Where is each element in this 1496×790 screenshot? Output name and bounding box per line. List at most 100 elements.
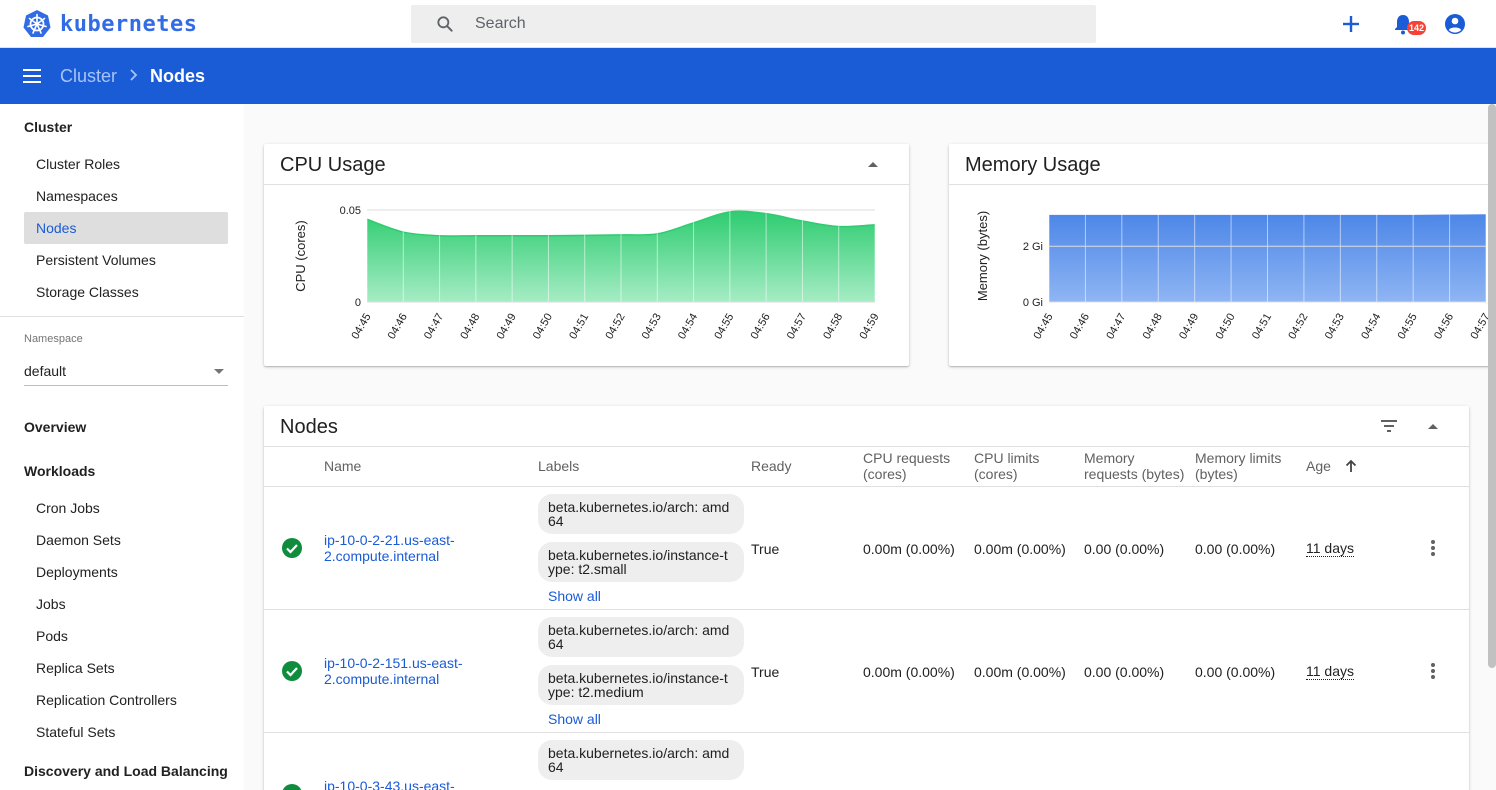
memory-usage-title: Memory Usage <box>965 154 1101 176</box>
breadcrumb-cluster-link[interactable]: Cluster <box>60 66 117 87</box>
label-chip-line: beta.kubernetes.io/instance-t <box>548 547 728 563</box>
y-tick-label: 2 Gi <box>1023 241 1043 253</box>
label-chip: beta.kubernetes.io/arch: amd 64 <box>538 617 744 657</box>
sidebar-item-storage-classes[interactable]: Storage Classes <box>24 276 228 308</box>
cpu-requests-value: 0.00m (0.00%) <box>863 664 955 680</box>
notifications-count-badge: 142 <box>1407 21 1427 35</box>
label-chip-line: beta.kubernetes.io/arch: amd <box>548 622 730 638</box>
more-vert-icon[interactable] <box>1423 661 1443 681</box>
column-header-ready[interactable]: Ready <box>751 458 791 474</box>
sort-ascending-icon[interactable] <box>1343 458 1359 474</box>
column-header-labels[interactable]: Labels <box>538 458 579 474</box>
x-tick-label: 04:53 <box>640 312 664 342</box>
sidebar-item-persistent-volumes[interactable]: Persistent Volumes <box>24 244 228 276</box>
label-chip: beta.kubernetes.io/arch: amd 64 <box>538 740 744 780</box>
column-header-memory-limits[interactable]: Memory limits (bytes) <box>1195 450 1281 482</box>
dropdown-arrow-icon <box>214 369 224 374</box>
check-circle-icon <box>282 784 302 790</box>
filter-icon[interactable] <box>1379 416 1399 436</box>
nodes-table-title: Nodes <box>280 416 338 438</box>
label-chip-line: beta.kubernetes.io/arch: amd <box>548 745 730 761</box>
column-header-line: (cores) <box>863 466 907 482</box>
node-name-line: ip-10-0-2-21.us-east- <box>324 532 455 548</box>
ready-status: True <box>751 664 780 680</box>
node-name-line: ip-10-0-2-151.us-east- <box>324 655 463 671</box>
account-circle-icon[interactable] <box>1443 12 1467 36</box>
node-name-link[interactable]: ip-10-0-2-151.us-east- 2.compute.interna… <box>324 655 494 687</box>
x-tick-label: 04:48 <box>458 312 482 342</box>
more-vert-icon[interactable] <box>1423 538 1443 558</box>
node-name-line: 2.compute.internal <box>324 548 440 564</box>
sidebar-item-nodes[interactable]: Nodes <box>24 212 228 244</box>
label-chip: beta.kubernetes.io/instance-t ype: t2.sm… <box>538 542 744 582</box>
plus-icon[interactable] <box>1339 12 1363 36</box>
node-name-link[interactable]: ip-10-0-3-43.us-east- <box>324 778 494 790</box>
nodes-table-card: Nodes Name Labels Ready CPU requests (co… <box>264 406 1469 790</box>
check-circle-icon <box>282 661 302 681</box>
sidebar-item-pods[interactable]: Pods <box>24 620 228 652</box>
sidebar-item-cluster-roles[interactable]: Cluster Roles <box>24 148 228 180</box>
row-divider <box>264 486 1469 487</box>
label-chip-line: 64 <box>548 759 564 775</box>
sidebar-item-stateful-sets[interactable]: Stateful Sets <box>24 716 228 748</box>
row-divider <box>264 732 1469 733</box>
sidebar-heading-discovery[interactable]: Discovery and Load Balancing <box>24 763 228 779</box>
column-header-line: (bytes) <box>1195 466 1238 482</box>
page-title: Nodes <box>150 66 206 86</box>
column-header-memory-requests[interactable]: Memory requests (bytes) <box>1084 450 1184 482</box>
namespace-value: default <box>24 363 67 379</box>
x-tick-label: 04:56 <box>749 311 773 341</box>
sidebar-item-daemon-sets[interactable]: Daemon Sets <box>24 524 228 556</box>
sidebar-item-namespaces[interactable]: Namespaces <box>24 180 228 212</box>
node-name-link[interactable]: ip-10-0-2-21.us-east- 2.compute.internal <box>324 532 494 564</box>
page-scrollbar[interactable] <box>1488 104 1496 668</box>
column-header-line: Memory limits <box>1195 450 1282 466</box>
page-header: Cluster Nodes <box>0 48 1496 104</box>
memory-usage-card: Memory Usage 0 Gi 2 Gi 04:45 04:46 04:47 04:4… <box>949 144 1496 366</box>
x-tick-label: 04:50 <box>531 312 555 342</box>
sidebar-item-replica-sets[interactable]: Replica Sets <box>24 652 228 684</box>
sidebar-heading-workloads[interactable]: Workloads <box>24 463 95 479</box>
x-tick-label: 04:50 <box>1214 312 1238 342</box>
memory-limits-value: 0.00 (0.00%) <box>1195 541 1276 557</box>
column-header-cpu-limits[interactable]: CPU limits (cores) <box>974 450 1039 482</box>
column-header-name[interactable]: Name <box>324 458 361 474</box>
menu-icon[interactable] <box>22 66 42 86</box>
label-chip: beta.kubernetes.io/instance-t ype: t2.me… <box>538 665 744 705</box>
x-tick-label: 04:45 <box>349 312 373 342</box>
x-tick-label: 04:56 <box>1432 312 1456 342</box>
namespace-select[interactable]: default <box>24 360 228 386</box>
sidebar-heading-cluster[interactable]: Cluster <box>24 119 72 135</box>
show-all-labels-link[interactable]: Show all <box>548 588 601 604</box>
x-tick-label: 04:51 <box>567 312 591 342</box>
memory-usage-chart: 0 Gi 2 Gi 04:45 04:46 04:47 04:48 04:49 04:50 04… <box>975 210 1493 342</box>
card-divider <box>264 446 1469 447</box>
label-chip-line: ype: t2.small <box>548 561 627 577</box>
collapse-icon[interactable] <box>863 154 883 174</box>
column-header-age[interactable]: Age <box>1306 458 1331 474</box>
label-chip-line: beta.kubernetes.io/instance-t <box>548 670 728 686</box>
x-tick-label: 04:59 <box>857 312 881 342</box>
kubernetes-logo[interactable]: kubernetes <box>22 9 197 39</box>
x-tick-label: 04:52 <box>603 312 627 342</box>
sidebar-item-overview[interactable]: Overview <box>24 419 86 435</box>
sidebar-item-deployments[interactable]: Deployments <box>24 556 228 588</box>
sidebar-item-jobs[interactable]: Jobs <box>24 588 228 620</box>
y-tick-label: 0.05 <box>340 205 361 217</box>
x-tick-label: 04:54 <box>1359 312 1383 342</box>
column-header-line: CPU limits <box>974 450 1040 466</box>
kubernetes-wheel-icon <box>23 10 51 37</box>
sidebar-item-replication-controllers[interactable]: Replication Controllers <box>24 684 228 716</box>
sidebar-item-cron-jobs[interactable]: Cron Jobs <box>24 492 228 524</box>
cpu-limits-value: 0.00m (0.00%) <box>974 664 1066 680</box>
chevron-right-icon <box>130 69 138 81</box>
memory-limits-value: 0.00 (0.00%) <box>1195 664 1276 680</box>
top-app-bar: kubernetes 142 <box>0 0 1496 48</box>
show-all-labels-link[interactable]: Show all <box>548 711 601 727</box>
column-header-line: (cores) <box>974 466 1018 482</box>
node-name-line: ip-10-0-3-43.us-east- <box>324 778 455 790</box>
x-tick-label: 04:45 <box>1031 312 1055 342</box>
search-input[interactable] <box>475 5 1075 43</box>
collapse-icon[interactable] <box>1423 416 1443 436</box>
column-header-cpu-requests[interactable]: CPU requests (cores) <box>863 450 950 482</box>
